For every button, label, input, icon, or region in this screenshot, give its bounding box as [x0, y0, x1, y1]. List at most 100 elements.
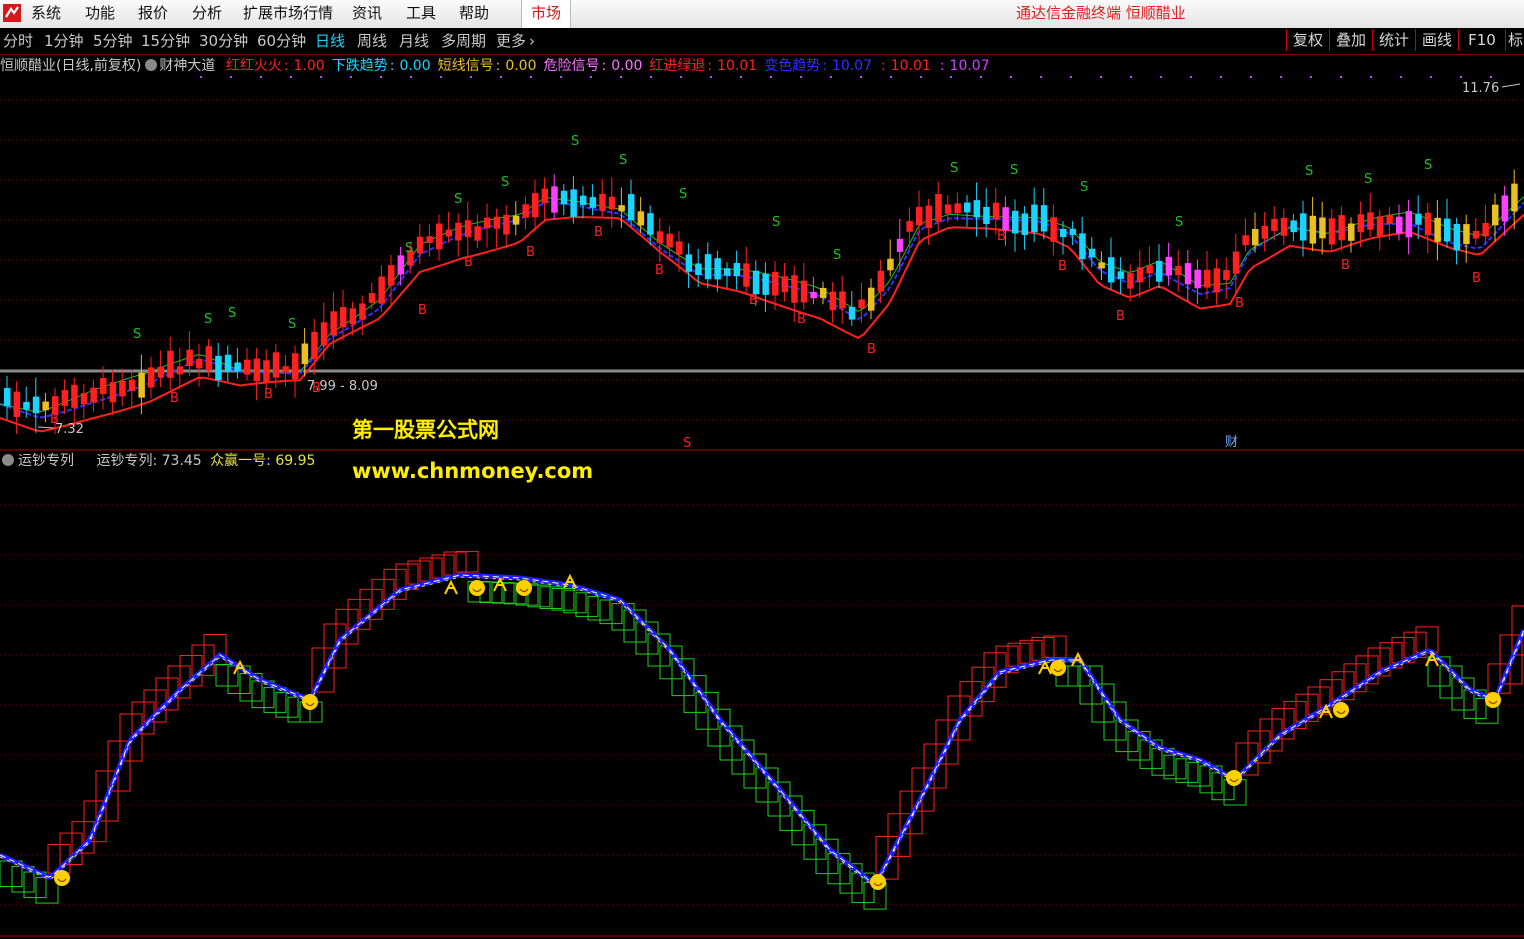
candle	[1386, 214, 1393, 224]
signal-dot	[1070, 76, 1072, 78]
candle	[1213, 268, 1221, 293]
sell-signal-marker: S	[1305, 164, 1313, 179]
oscillator-box	[1031, 636, 1055, 661]
candle	[618, 205, 625, 212]
watermark-url: www.chnmoney.com	[352, 459, 594, 483]
candle	[1271, 218, 1278, 232]
sub-indicator-settings-icon[interactable]	[2, 454, 14, 466]
candle	[685, 254, 693, 272]
signal-dot	[1190, 76, 1192, 78]
candle	[1242, 235, 1249, 246]
sell-signal-marker: S	[501, 175, 509, 190]
smiley-signal-icon	[516, 580, 532, 596]
candle	[23, 401, 30, 410]
bottom-s-marker: S	[683, 436, 691, 451]
candle	[1040, 205, 1048, 232]
candle	[743, 263, 750, 287]
candle	[599, 193, 606, 211]
candle	[608, 196, 616, 210]
signal-dot	[380, 76, 382, 78]
smiley-signal-icon	[870, 874, 886, 890]
candle	[1184, 263, 1192, 285]
signal-dot	[830, 76, 832, 78]
buy-signal-marker: B	[418, 303, 427, 318]
sell-signal-marker: S	[1424, 158, 1432, 173]
signal-dot	[230, 76, 232, 78]
candle	[656, 231, 664, 243]
legend-item-3: 危险信号:0.00	[543, 58, 643, 74]
sell-signal-marker: S	[571, 134, 579, 149]
candle	[637, 211, 645, 226]
signal-dot	[1250, 76, 1252, 78]
smiley-signal-icon	[1333, 702, 1349, 718]
candle	[426, 236, 433, 243]
signal-dot	[680, 76, 682, 78]
candle	[186, 349, 193, 367]
candle	[176, 366, 184, 375]
candle	[4, 387, 11, 407]
candle	[416, 236, 424, 254]
signal-dot	[1100, 76, 1102, 78]
sell-signal-marker: S	[679, 187, 687, 202]
candle	[1232, 251, 1240, 274]
candle	[1194, 269, 1201, 289]
sell-signal-marker: S	[1080, 180, 1088, 195]
buy-signal-marker: B	[1058, 259, 1067, 274]
signal-dot	[950, 76, 952, 78]
candle	[762, 273, 769, 295]
candle	[311, 331, 318, 360]
signal-dot	[1220, 76, 1222, 78]
candle	[1338, 215, 1345, 241]
candle	[695, 263, 702, 275]
oscillator-yellow-line	[0, 576, 1524, 886]
candle	[647, 213, 654, 235]
signal-dot	[1460, 76, 1462, 78]
candle	[752, 270, 760, 295]
candle	[724, 268, 731, 276]
candle	[167, 350, 174, 378]
price-high-pointer	[1501, 83, 1521, 88]
candle	[1482, 222, 1489, 237]
candle	[1280, 217, 1288, 236]
sell-signal-marker: S	[1010, 163, 1018, 178]
signal-dot	[1430, 76, 1432, 78]
sell-signal-marker: S	[1175, 215, 1183, 230]
signal-dot	[1280, 76, 1282, 78]
candle	[340, 306, 347, 328]
buy-signal-marker: B	[749, 293, 758, 308]
candle	[1472, 230, 1480, 239]
candle	[906, 221, 913, 232]
main-indicator-legend: 恒顺醋业(日线,前复权) 财神大道 红红火火:1.00 下跌趋势:0.00 短线信号:…	[0, 56, 999, 76]
buy-signal-marker: B	[526, 245, 535, 260]
candle	[1357, 214, 1365, 233]
candle	[1511, 183, 1518, 212]
candle	[676, 241, 683, 255]
signal-dot	[1310, 76, 1312, 78]
smiley-signal-icon	[54, 870, 70, 886]
candle	[292, 353, 299, 380]
candle	[820, 287, 827, 298]
candle	[1127, 273, 1134, 289]
buy-signal-marker: B	[1472, 271, 1481, 286]
candle	[205, 346, 213, 371]
candle	[157, 366, 165, 378]
candle	[272, 352, 280, 378]
smiley-signal-icon	[469, 580, 485, 596]
candle	[877, 270, 885, 292]
signal-dot	[980, 76, 982, 78]
signal-dot	[740, 76, 742, 78]
sell-signal-marker: S	[405, 241, 413, 256]
candle	[868, 287, 875, 311]
candle	[1396, 216, 1403, 234]
range-label: 7.99 - 8.09	[307, 379, 378, 394]
ma-red-line	[0, 213, 1524, 433]
signal-dot	[350, 76, 352, 78]
signal-dot	[920, 76, 922, 78]
indicator-settings-icon[interactable]	[145, 59, 158, 71]
sell-signal-marker: S	[454, 192, 462, 207]
candle	[484, 217, 491, 229]
candle	[848, 306, 856, 320]
candle	[1050, 217, 1057, 242]
candle	[992, 202, 1000, 220]
candle	[1021, 213, 1029, 235]
